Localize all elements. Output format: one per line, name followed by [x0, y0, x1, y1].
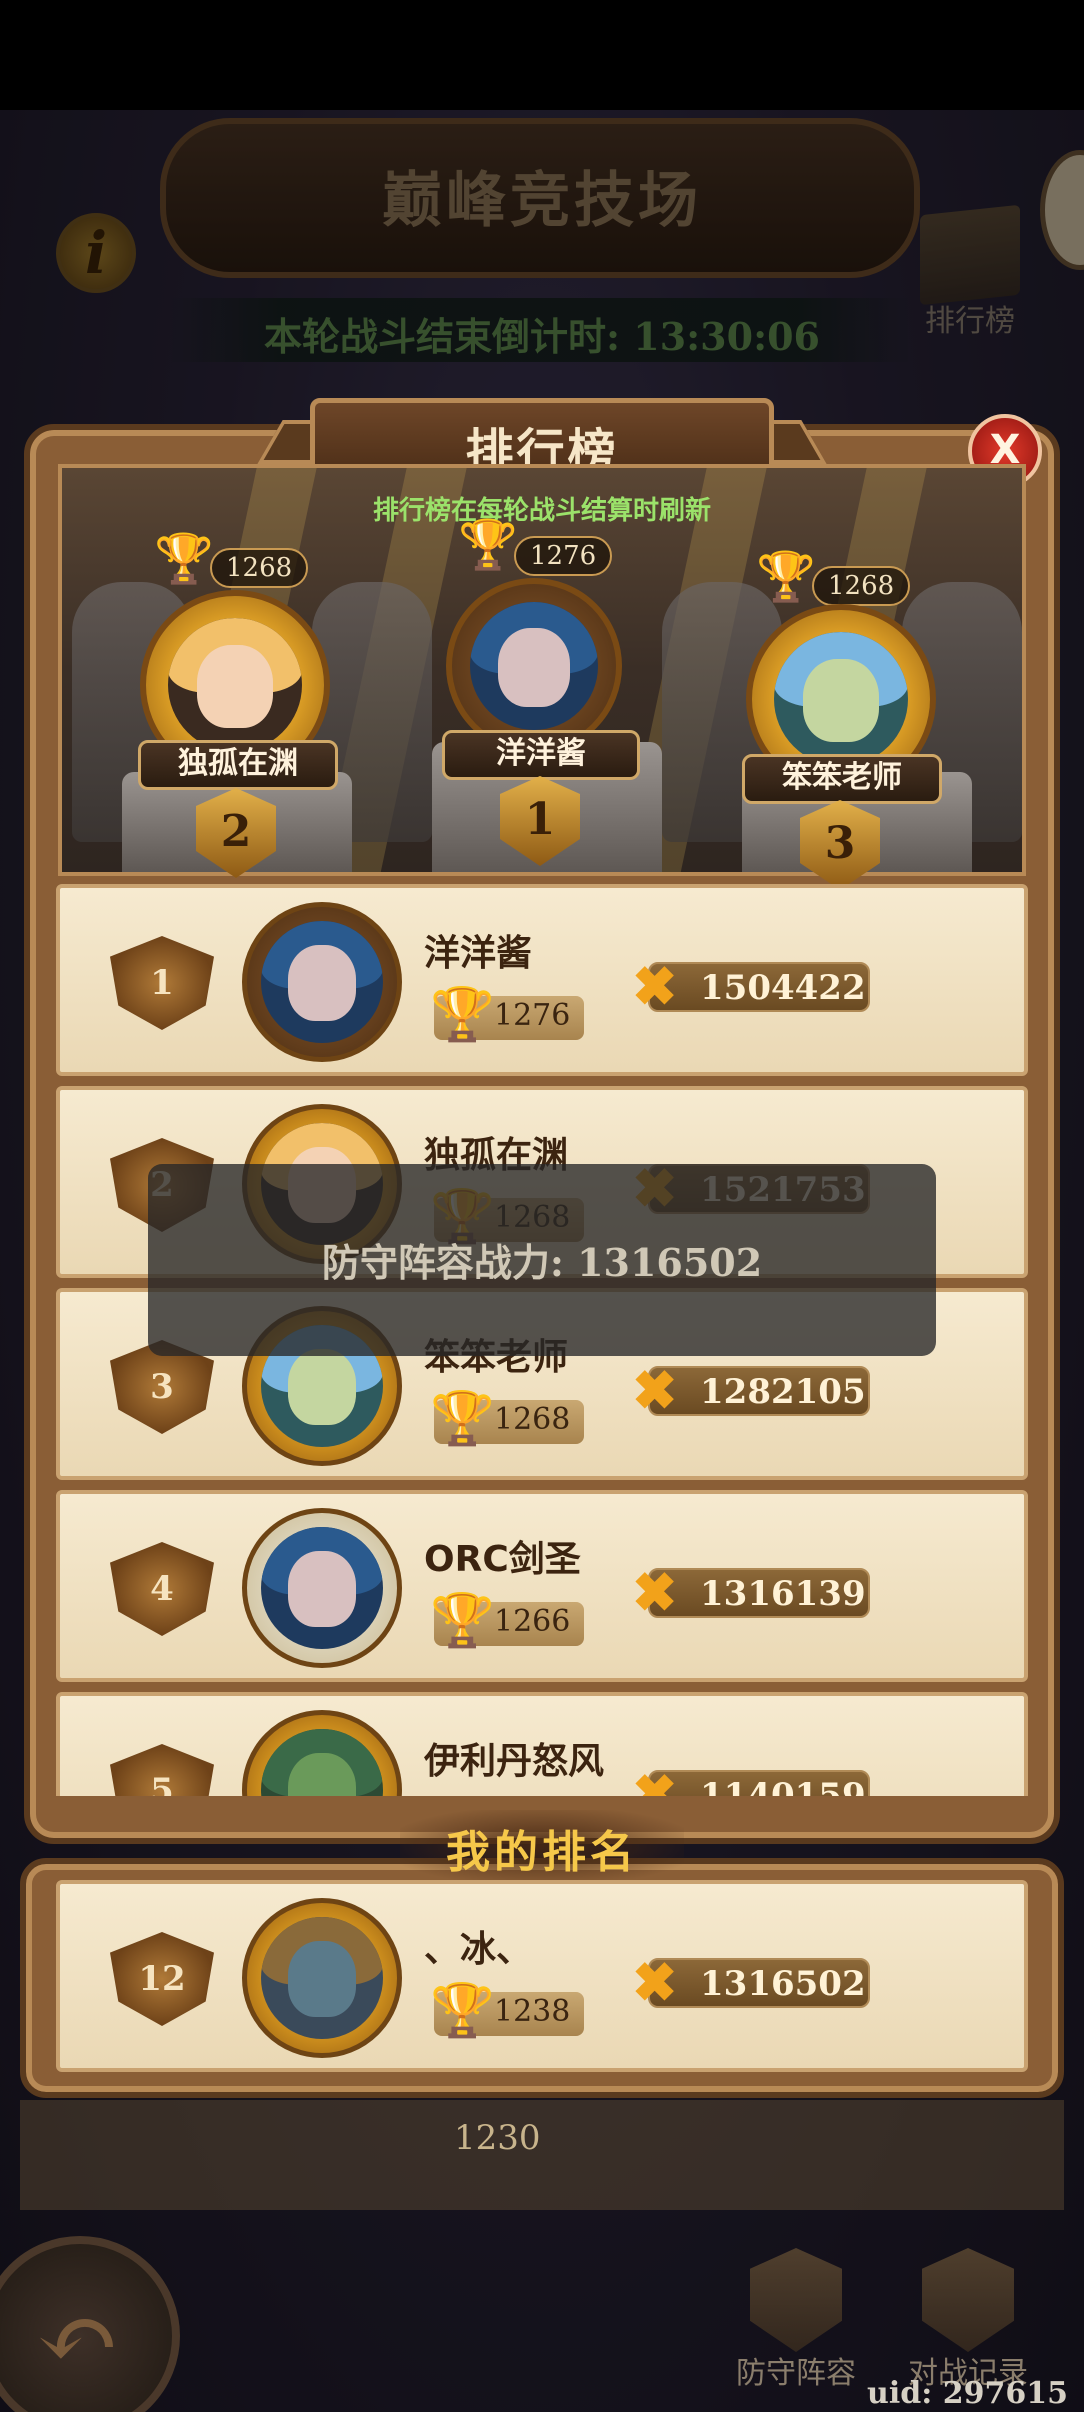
podium-name: 独孤在渊	[138, 740, 338, 790]
rank-badge: 5	[110, 1744, 214, 1796]
crossed-swords-icon: ✖	[632, 1358, 678, 1422]
rank-badge: 12	[110, 1932, 214, 2026]
background-row	[20, 2100, 1064, 2210]
hero-portrait	[470, 602, 598, 730]
trophy-count: 1276	[494, 998, 571, 1033]
podium-name: 洋洋酱	[442, 730, 640, 780]
podium-trophies: 1276	[514, 536, 613, 576]
rank-badge: 4	[110, 1542, 214, 1636]
podium-trophies: 1268	[812, 566, 911, 606]
defense-lineup-label: 防守阵容	[736, 2356, 856, 2391]
my-rank-title: 我的排名	[446, 1827, 638, 1878]
refresh-note: 排行榜在每轮战斗结算时刷新	[372, 496, 711, 526]
trophy-count: 1268	[494, 1402, 571, 1437]
crossed-swords-icon: ✖	[632, 954, 678, 1018]
rank-badge: 1	[110, 936, 214, 1030]
combat-power: 1504422	[700, 968, 866, 1008]
player-avatar[interactable]	[242, 1508, 402, 1668]
trophy-icon: 🏆	[756, 549, 816, 605]
hero-portrait	[168, 618, 302, 752]
combat-power: 1140159	[700, 1776, 866, 1796]
toast-text: 防守阵容战力: 1316502	[321, 1240, 763, 1285]
combat-power: 1316502	[700, 1964, 866, 2004]
crossed-swords-icon: ✖	[632, 1560, 678, 1624]
trophy-icon: 🏆	[430, 1981, 495, 2041]
player-avatar[interactable]	[242, 1710, 402, 1796]
combat-power: 1316139	[700, 1574, 866, 1614]
leaderboard-row[interactable]: 5 伊利丹怒风 ✖ 1140159	[56, 1692, 1028, 1796]
leaderboard-row[interactable]: 1 洋洋酱 🏆 1276 ✖ 1504422	[56, 884, 1028, 1076]
combat-power: 1282105	[700, 1372, 866, 1412]
player-avatar[interactable]	[242, 1898, 402, 2058]
podium-avatar-frame[interactable]	[446, 578, 622, 754]
trophy-count: 1238	[494, 1994, 571, 2029]
helmet-icon	[750, 2248, 842, 2352]
podium-name: 笨笨老师	[742, 754, 942, 804]
trophy-count: 1266	[494, 1604, 571, 1639]
crossed-swords-icon: ✖	[632, 1762, 678, 1796]
trophy-icon: 🏆	[430, 985, 495, 1045]
player-name: 、冰、	[424, 1929, 533, 1970]
trophy-icon: 🏆	[430, 1591, 495, 1651]
player-name: ORC剑圣	[424, 1539, 581, 1580]
trophy-icon: 🏆	[430, 1389, 495, 1449]
trophy-icon: 🏆	[458, 517, 518, 573]
player-name: 洋洋酱	[424, 933, 533, 974]
crossed-swords-icon	[922, 2248, 1014, 2352]
my-rank-row[interactable]: 12 、冰、 🏆 1238 ✖ 1316502	[56, 1880, 1028, 2072]
podium-trophies: 1268	[210, 548, 309, 588]
hero-portrait	[774, 632, 908, 766]
background-trophy-count: 1230	[454, 2118, 541, 2158]
back-arrow-icon: ↶	[36, 2280, 120, 2397]
defense-lineup-button[interactable]: 防守阵容	[726, 2248, 866, 2398]
player-avatar[interactable]	[242, 902, 402, 1062]
trophy-icon: 🏆	[154, 531, 214, 587]
player-name: 伊利丹怒风	[424, 1741, 605, 1782]
crossed-swords-icon: ✖	[632, 1950, 678, 2014]
status-bar	[0, 0, 1084, 110]
leaderboard-row[interactable]: 4 ORC剑圣 🏆 1266 ✖ 1316139	[56, 1490, 1028, 1682]
user-id: uid: 297615	[867, 2376, 1068, 2411]
